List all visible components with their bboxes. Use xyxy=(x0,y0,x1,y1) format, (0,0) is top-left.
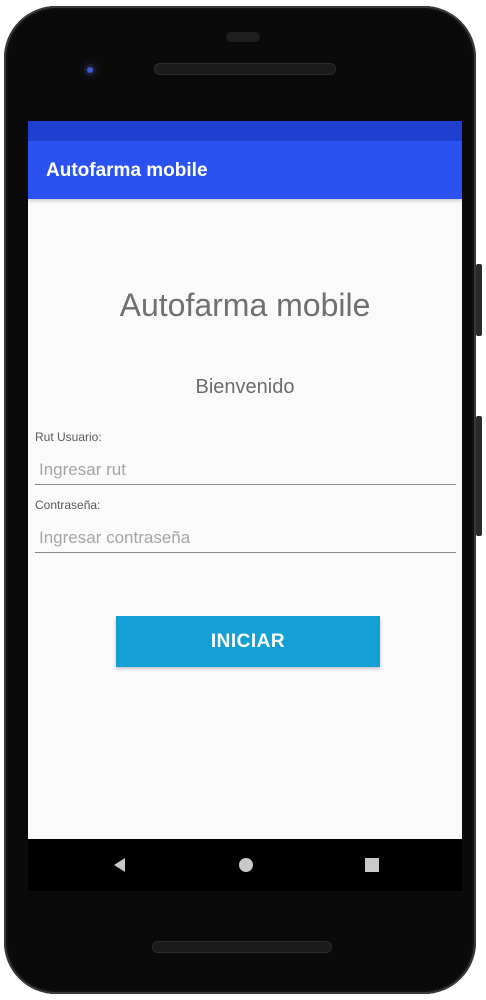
front-camera xyxy=(80,60,100,80)
top-speaker xyxy=(154,63,336,75)
rut-input[interactable] xyxy=(35,455,456,485)
home-icon[interactable] xyxy=(234,853,258,877)
phone-frame: Autofarma mobile Autofarma mobile Bienve… xyxy=(4,6,482,994)
earpiece-slot xyxy=(226,32,260,42)
welcome-text: Bienvenido xyxy=(195,376,295,398)
volume-button xyxy=(476,416,482,536)
app-heading: Autofarma mobile xyxy=(119,287,371,323)
screen: Autofarma mobile Autofarma mobile Bienve… xyxy=(28,121,462,891)
back-icon[interactable] xyxy=(108,853,132,877)
recents-icon[interactable] xyxy=(360,853,384,877)
password-input[interactable] xyxy=(35,523,456,553)
password-label: Contraseña: xyxy=(35,498,101,512)
navigation-bar xyxy=(28,839,462,891)
power-button xyxy=(476,264,482,336)
app-bar-title: Autofarma mobile xyxy=(46,160,208,181)
status-bar xyxy=(28,121,462,141)
app-bar: Autofarma mobile xyxy=(28,141,462,199)
login-form: Autofarma mobile Bienvenido Rut Usuario:… xyxy=(28,199,462,839)
login-button[interactable]: INICIAR xyxy=(116,616,380,667)
rut-label: Rut Usuario: xyxy=(35,430,102,444)
bottom-speaker xyxy=(152,941,332,953)
